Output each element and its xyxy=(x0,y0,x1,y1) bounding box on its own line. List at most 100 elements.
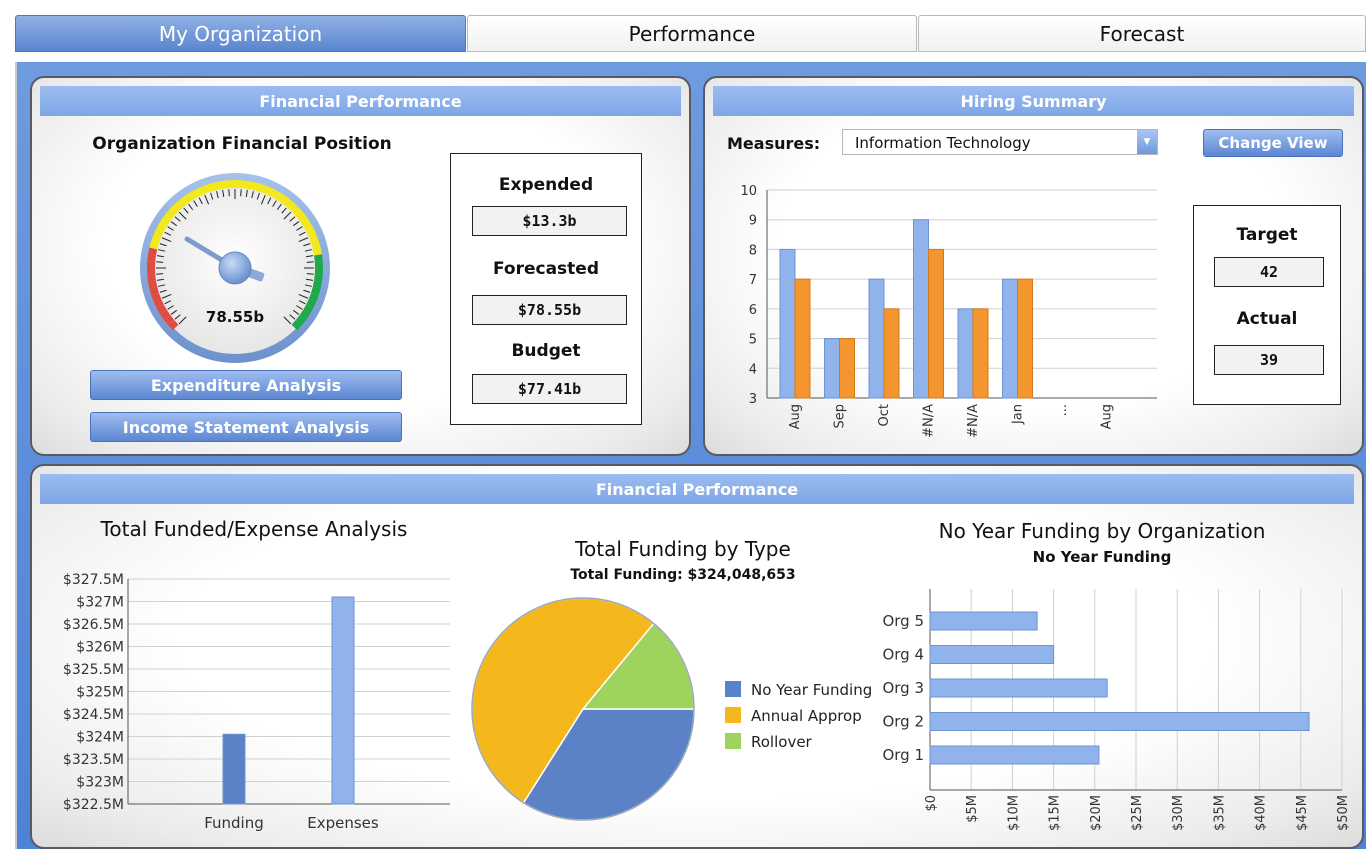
y-tick-label: 4 xyxy=(749,362,757,377)
tab-bar: My Organization Performance Forecast xyxy=(15,15,1366,52)
chart-subtitle: No Year Funding xyxy=(1033,548,1172,566)
forecasted-label: Forecasted xyxy=(492,259,599,279)
actual-value: 39 xyxy=(1214,345,1324,375)
legend-label: No Year Funding xyxy=(751,681,872,699)
gauge-band-segment xyxy=(291,205,302,217)
panel-header: Financial Performance xyxy=(40,474,1354,504)
financial-stats-box: Expended $13.3b Forecasted $78.55b Budge… xyxy=(450,153,642,425)
gauge-band-segment xyxy=(168,205,179,217)
gauge-hub xyxy=(218,251,252,285)
x-tick-label: Oct xyxy=(877,404,892,426)
y-tick-label: 8 xyxy=(749,243,757,258)
y-tick-label: Org 3 xyxy=(882,679,924,697)
legend-swatch xyxy=(725,733,741,749)
y-tick-label: Org 4 xyxy=(882,646,924,664)
gauge-band-segment xyxy=(241,180,249,189)
y-tick-label: $323.5M xyxy=(63,752,124,768)
gauge-band-segment xyxy=(308,234,319,244)
gauge-chart: 78.55b xyxy=(140,173,330,363)
x-tick-label: #N/A xyxy=(966,404,981,438)
bar xyxy=(929,745,1100,765)
bar xyxy=(222,733,246,805)
x-tick-label: Jan xyxy=(1011,404,1026,425)
gauge-band-segment xyxy=(306,228,317,238)
bar-series-2 xyxy=(928,248,944,399)
budget-label: Budget xyxy=(511,341,581,361)
gauge-band-segment xyxy=(149,240,159,250)
expended-label: Expended xyxy=(498,175,594,195)
gauge-band-segment xyxy=(303,222,314,232)
gauge-band-segment xyxy=(148,280,158,289)
gauge-band-segment xyxy=(314,254,323,262)
actual-label: Actual xyxy=(1236,309,1298,329)
gauge-band-segment xyxy=(168,319,179,331)
bar xyxy=(929,645,1055,664)
gauge-band-segment xyxy=(295,210,307,222)
gauge-band-segment xyxy=(286,201,298,212)
measures-dropdown[interactable]: Information Technology ▼ xyxy=(842,129,1158,155)
tab-my-organization[interactable]: My Organization xyxy=(15,15,466,52)
y-tick-label: 7 xyxy=(749,273,757,288)
gauge-band-segment xyxy=(201,184,211,195)
legend-label: Annual Approp xyxy=(751,707,862,725)
hiring-chart-plot: 3 4 5 6 7 8 9 10 Aug Sep Oct #N/A #N/A Jan... Aug xyxy=(740,184,1157,438)
budget-value: $77.41b xyxy=(472,374,627,404)
gauge-tick xyxy=(306,273,314,275)
dashboard-area: Financial Performance Organization Finan… xyxy=(15,62,1366,849)
bar xyxy=(929,678,1108,698)
y-tick-label: $327M xyxy=(76,595,124,611)
y-tick-label: $324M xyxy=(76,730,124,746)
y-tick-label: Org 1 xyxy=(882,746,924,764)
y-tick-label: 10 xyxy=(740,184,757,199)
y-tick-label: $325.5M xyxy=(63,662,124,678)
gauge-band-segment xyxy=(148,247,158,256)
gauge-band-segment xyxy=(312,280,322,289)
gauge-value: 78.55b xyxy=(206,308,264,326)
bar-series-2 xyxy=(1017,278,1033,399)
hiring-stats-box: Target 42 Actual 39 xyxy=(1193,205,1341,405)
panel-header: Hiring Summary xyxy=(713,86,1354,116)
x-tick-label: $50M xyxy=(1336,795,1351,831)
gauge-band-segment xyxy=(221,180,229,189)
bottom-charts: Total Funded/Expense Analysis $322.5M $323… xyxy=(63,517,1351,832)
gauge-band-segment xyxy=(259,184,269,195)
gauge-band-segment xyxy=(314,274,323,282)
change-view-button[interactable]: Change View xyxy=(1203,129,1343,157)
gauge-band-segment xyxy=(214,181,223,191)
chevron-down-icon[interactable]: ▼ xyxy=(1137,130,1157,154)
gauge-band-segment xyxy=(271,189,281,200)
gauge-band-segment xyxy=(311,286,321,296)
gauge-band-segment xyxy=(153,298,164,308)
expended-value: $13.3b xyxy=(472,206,627,236)
y-tick-label: $326.5M xyxy=(63,617,124,633)
gauge-band-segment xyxy=(151,292,162,302)
x-tick-label: ... xyxy=(1055,404,1070,416)
bar-series-1 xyxy=(913,219,929,399)
tab-forecast[interactable]: Forecast xyxy=(918,15,1366,52)
gauge-band-segment xyxy=(159,216,171,227)
tab-performance[interactable]: Performance xyxy=(467,15,917,52)
x-tick-label: $15M xyxy=(1048,795,1063,831)
bar xyxy=(331,596,355,805)
expenditure-analysis-button[interactable]: Expenditure Analysis xyxy=(90,370,402,400)
gauge-band-segment xyxy=(195,186,205,197)
gauge-band-segment xyxy=(303,304,314,314)
gauge-band-segment xyxy=(299,309,311,320)
funding-type-pie-chart: Total Funding by Type Total Funding: $324… xyxy=(471,537,872,821)
gauge-band-segment xyxy=(156,222,167,232)
x-tick-label: $35M xyxy=(1212,795,1227,831)
y-tick-label: $326M xyxy=(76,640,124,656)
gauge-band-segment xyxy=(189,189,199,200)
bar xyxy=(929,611,1038,631)
income-statement-analysis-button[interactable]: Income Statement Analysis xyxy=(90,412,402,442)
y-tick-label: $327.5M xyxy=(63,572,124,588)
bar-series-1 xyxy=(957,308,974,399)
gauge-tick xyxy=(228,189,230,197)
forecasted-value: $78.55b xyxy=(472,295,627,325)
panel-title: Organization Financial Position xyxy=(92,134,392,154)
y-tick-label: $322.5M xyxy=(63,797,124,813)
chart-subtitle: Total Funding: $324,048,653 xyxy=(570,567,795,583)
gauge-tick xyxy=(240,189,242,197)
gauge-band-segment xyxy=(308,292,319,302)
y-tick-label: 6 xyxy=(749,303,757,318)
